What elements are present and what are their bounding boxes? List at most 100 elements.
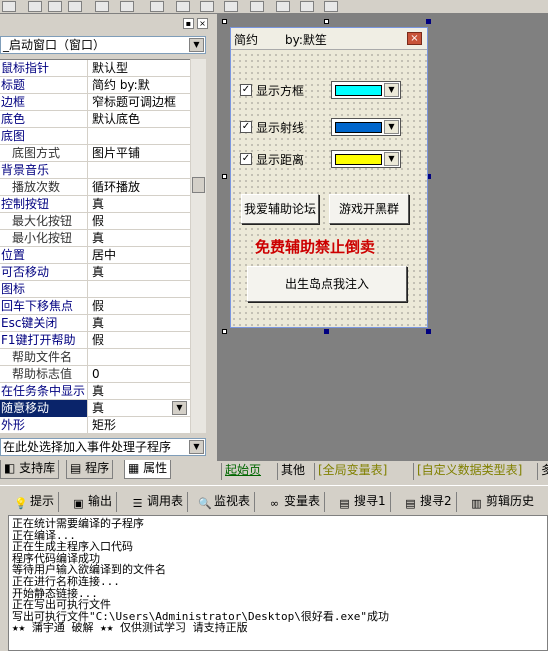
property-value[interactable]: 循环播放 bbox=[90, 179, 190, 196]
property-row[interactable]: 底图方式 图片平铺 bbox=[0, 145, 190, 162]
property-value[interactable]: 居中 bbox=[90, 247, 190, 264]
property-value[interactable]: 真 bbox=[90, 383, 190, 400]
resize-handle[interactable] bbox=[324, 19, 329, 24]
property-row[interactable]: 鼠标指针 默认型 bbox=[0, 60, 190, 77]
property-row[interactable]: 回车下移焦点假 bbox=[0, 298, 190, 315]
output-log[interactable]: 正在统计需要编译的子程序 正在编译... 正在生成主程序入口代码 程序代码编译成功 等待… bbox=[8, 515, 548, 651]
toolbar-button-4[interactable] bbox=[68, 1, 82, 12]
resize-handle[interactable] bbox=[222, 329, 227, 334]
property-value[interactable]: 窄标题可调边框 bbox=[90, 94, 190, 111]
close-icon[interactable]: × bbox=[407, 32, 422, 45]
property-row[interactable]: 底图 bbox=[0, 128, 190, 145]
tab-other[interactable]: 其他 bbox=[277, 463, 308, 480]
color-picker-ray[interactable]: ▼ bbox=[331, 118, 401, 136]
toolbar-button-5[interactable] bbox=[95, 1, 109, 12]
color-picker-distance[interactable]: ▼ bbox=[331, 150, 401, 168]
property-value[interactable] bbox=[90, 128, 190, 145]
property-row[interactable]: 帮助标志值 0 bbox=[0, 366, 190, 383]
tab-support-lib[interactable]: ◧ 支持库 bbox=[0, 460, 60, 479]
property-value[interactable] bbox=[90, 281, 190, 298]
form-window[interactable]: 简约 by:默笙 × ✓ 显示方框 ▼ ✓ 显示射线 ▼ ✓ 显示距离 ▼ 我爱… bbox=[230, 27, 428, 328]
property-row[interactable]: 随意移动真 ▼ bbox=[0, 400, 190, 417]
toolbar-button-14[interactable] bbox=[324, 1, 338, 12]
property-row[interactable]: 可否移动真 bbox=[0, 264, 190, 281]
toolbar-button-3[interactable] bbox=[48, 1, 62, 12]
property-value[interactable]: 假 bbox=[90, 213, 190, 230]
tab-search-2[interactable]: ▤ 搜寻2 bbox=[404, 492, 457, 512]
resize-handle[interactable] bbox=[324, 329, 329, 334]
tab-global-vars[interactable]: [全局变量表] bbox=[314, 463, 390, 480]
toolbar-button-13[interactable] bbox=[300, 1, 314, 12]
property-row[interactable]: 图标 bbox=[0, 281, 190, 298]
tab-search-1[interactable]: ▤ 搜寻1 bbox=[338, 492, 391, 512]
property-value[interactable]: 0 bbox=[90, 366, 190, 383]
property-row[interactable]: F1键打开帮助假 bbox=[0, 332, 190, 349]
checkbox-show-box[interactable]: ✓ bbox=[240, 84, 252, 96]
property-value[interactable]: 默认底色 bbox=[90, 111, 190, 128]
property-row[interactable]: 背景音乐 bbox=[0, 162, 190, 179]
property-value[interactable]: 真 bbox=[90, 196, 190, 213]
property-value[interactable]: 真 bbox=[90, 315, 190, 332]
toolbar-button-10[interactable] bbox=[224, 1, 238, 12]
event-select[interactable]: 在此处选择加入事件处理子程序 ▼ bbox=[0, 438, 206, 456]
property-value[interactable]: 假 bbox=[90, 332, 190, 349]
toolbar-button-8[interactable] bbox=[176, 1, 190, 12]
property-row[interactable]: Esc键关闭真 bbox=[0, 315, 190, 332]
toolbar-button-12[interactable] bbox=[276, 1, 290, 12]
tab-variables[interactable]: ∞ 变量表 bbox=[268, 492, 326, 512]
resize-handle[interactable] bbox=[222, 19, 227, 24]
resize-handle[interactable] bbox=[222, 174, 227, 179]
property-value[interactable] bbox=[90, 349, 190, 366]
inject-button[interactable]: 出生岛点我注入 bbox=[247, 266, 407, 302]
property-value[interactable] bbox=[90, 162, 190, 179]
property-row[interactable]: 最大化按钮假 bbox=[0, 213, 190, 230]
property-value[interactable]: 真 bbox=[90, 230, 190, 247]
color-picker-box[interactable]: ▼ bbox=[331, 81, 401, 99]
object-select[interactable]: _启动窗口（窗口） ▼ bbox=[0, 36, 206, 54]
toolbar-button-2[interactable] bbox=[28, 1, 42, 12]
tab-call-table[interactable]: ☰ 调用表 bbox=[131, 492, 189, 512]
property-row[interactable]: 标题 简约 by:默 bbox=[0, 77, 190, 94]
toolbar-button-9[interactable] bbox=[200, 1, 214, 12]
resize-handle[interactable] bbox=[426, 19, 431, 24]
property-value[interactable]: 图片平铺 bbox=[90, 145, 190, 162]
chevron-down-icon[interactable]: ▼ bbox=[384, 83, 399, 97]
property-row[interactable]: 最小化按钮真 bbox=[0, 230, 190, 247]
forum-button[interactable]: 我爱辅助论坛 bbox=[241, 194, 319, 224]
property-scrollbar[interactable] bbox=[190, 59, 206, 433]
property-row[interactable]: 位置 居中 bbox=[0, 247, 190, 264]
scroll-thumb[interactable] bbox=[192, 177, 205, 193]
checkbox-show-ray[interactable]: ✓ bbox=[240, 121, 252, 133]
property-row[interactable]: 外形 矩形 bbox=[0, 417, 190, 433]
tab-more[interactable]: 多 bbox=[537, 463, 548, 480]
property-row[interactable]: 帮助文件名 bbox=[0, 349, 190, 366]
property-row[interactable]: 播放次数 循环播放 bbox=[0, 179, 190, 196]
toolbar-button-11[interactable] bbox=[250, 1, 264, 12]
close-icon[interactable]: × bbox=[197, 18, 208, 29]
tab-custom-types[interactable]: [自定义数据类型表] bbox=[413, 463, 525, 480]
checkbox-show-distance[interactable]: ✓ bbox=[240, 153, 252, 165]
resize-handle[interactable] bbox=[426, 329, 431, 334]
tab-hint[interactable]: 💡 提示 bbox=[14, 492, 60, 512]
tab-clip-history[interactable]: ▥ 剪辑历史 bbox=[470, 492, 538, 512]
property-row[interactable]: 边框 窄标题可调边框 bbox=[0, 94, 190, 111]
toolbar-button-7[interactable] bbox=[150, 1, 164, 12]
property-row[interactable]: 底色 默认底色 bbox=[0, 111, 190, 128]
chevron-down-icon[interactable]: ▼ bbox=[189, 38, 204, 52]
pin-icon[interactable]: ▪ bbox=[183, 18, 194, 29]
tab-start-page[interactable]: 起始页 bbox=[221, 463, 264, 480]
property-value[interactable]: 默认型 bbox=[90, 60, 190, 77]
toolbar-button-6[interactable] bbox=[120, 1, 134, 12]
tab-output[interactable]: ▣ 输出 bbox=[72, 492, 118, 512]
property-value[interactable]: 矩形 bbox=[90, 417, 190, 433]
chevron-down-icon[interactable]: ▼ bbox=[189, 440, 204, 454]
property-row[interactable]: 控制按钮真 bbox=[0, 196, 190, 213]
tab-program[interactable]: ▤ 程序 bbox=[66, 460, 114, 479]
tab-watch[interactable]: 🔍 监视表 bbox=[198, 492, 256, 512]
chevron-down-icon[interactable]: ▼ bbox=[384, 120, 399, 134]
property-value[interactable]: 真 bbox=[90, 264, 190, 281]
property-value[interactable]: 假 bbox=[90, 298, 190, 315]
property-value[interactable]: 简约 by:默 bbox=[90, 77, 190, 94]
property-row[interactable]: 在任务条中显示真 bbox=[0, 383, 190, 400]
chevron-down-icon[interactable]: ▼ bbox=[384, 152, 399, 166]
